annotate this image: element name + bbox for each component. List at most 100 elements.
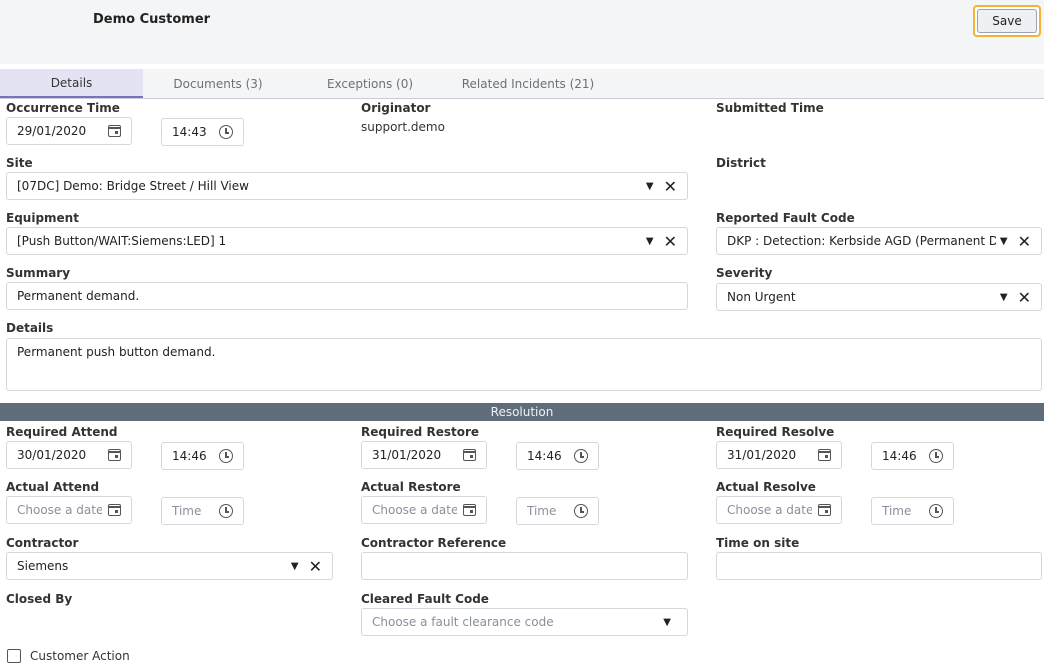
tab-related-incidents[interactable]: Related Incidents (21) <box>450 69 606 98</box>
actual-restore-time-placeholder: Time <box>527 504 557 518</box>
contractor-value: Siemens <box>17 559 69 573</box>
tab-documents[interactable]: Documents (3) <box>148 69 288 98</box>
required-resolve-date-value: 31/01/2020 <box>727 448 797 462</box>
calendar-icon[interactable] <box>108 504 121 516</box>
required-restore-label: Required Restore <box>361 425 480 439</box>
reported-fault-code-select[interactable]: DKP : Detection: Kerbside AGD (Permanent… <box>716 227 1042 255</box>
required-restore-date-value: 31/01/2020 <box>372 448 442 462</box>
actual-resolve-date-placeholder: Choose a date <box>727 503 812 517</box>
dropdown-caret-icon[interactable]: ▼ <box>646 181 654 192</box>
actual-restore-time-field[interactable]: Time <box>516 497 599 525</box>
closed-by-label: Closed By <box>6 592 73 606</box>
submitted-time-label: Submitted Time <box>716 101 824 115</box>
dropdown-caret-icon[interactable]: ▼ <box>663 617 671 628</box>
actual-attend-date-field[interactable]: Choose a date <box>6 496 132 524</box>
site-label: Site <box>6 156 33 170</box>
clock-icon[interactable] <box>219 449 233 463</box>
calendar-icon[interactable] <box>463 449 476 461</box>
actual-restore-date-placeholder: Choose a date <box>372 503 457 517</box>
occurrence-time-value: 14:43 <box>172 125 207 139</box>
save-button-label: Save <box>977 9 1037 33</box>
actual-attend-time-placeholder: Time <box>172 504 202 518</box>
dropdown-caret-icon[interactable]: ▼ <box>1000 236 1008 247</box>
clear-x-icon[interactable]: ✕ <box>664 232 677 251</box>
clear-x-icon[interactable]: ✕ <box>309 557 322 576</box>
tab-exceptions[interactable]: Exceptions (0) <box>300 69 440 98</box>
actual-restore-date-field[interactable]: Choose a date <box>361 496 487 524</box>
calendar-icon[interactable] <box>818 504 831 516</box>
occurrence-date-value: 29/01/2020 <box>17 124 87 138</box>
dropdown-caret-icon[interactable]: ▼ <box>1000 292 1008 303</box>
district-label: District <box>716 156 766 170</box>
resolution-section-header: Resolution <box>0 403 1044 421</box>
required-restore-time-value: 14:46 <box>527 449 562 463</box>
save-button[interactable]: Save <box>973 5 1041 37</box>
reported-fault-code-value: DKP : Detection: Kerbside AGD (Permanent… <box>727 234 996 248</box>
clear-x-icon[interactable]: ✕ <box>1018 288 1031 307</box>
calendar-icon[interactable] <box>108 125 121 137</box>
clock-icon[interactable] <box>929 504 943 518</box>
dropdown-caret-icon[interactable]: ▼ <box>646 236 654 247</box>
actual-resolve-label: Actual Resolve <box>716 480 816 494</box>
clock-icon[interactable] <box>574 504 588 518</box>
details-label: Details <box>6 321 54 335</box>
customer-action-label: Customer Action <box>30 649 130 663</box>
clock-icon[interactable] <box>219 504 233 518</box>
required-resolve-time-value: 14:46 <box>882 449 917 463</box>
occurrence-time-label: Occurrence Time <box>6 101 120 115</box>
actual-resolve-date-field[interactable]: Choose a date <box>716 496 842 524</box>
actual-attend-label: Actual Attend <box>6 480 100 494</box>
time-on-site-input[interactable] <box>716 552 1042 580</box>
originator-label: Originator <box>361 101 431 115</box>
customer-name: Demo Customer <box>93 12 211 27</box>
cleared-fault-code-label: Cleared Fault Code <box>361 592 489 606</box>
site-select[interactable]: [07DC] Demo: Bridge Street / Hill View ▼… <box>6 172 688 200</box>
occurrence-time-field[interactable]: 14:43 <box>161 118 244 146</box>
cleared-fault-code-select[interactable]: Choose a fault clearance code ▼ <box>361 608 688 636</box>
clock-icon[interactable] <box>219 125 233 139</box>
equipment-select[interactable]: [Push Button/WAIT:Siemens:LED] 1 ▼ ✕ <box>6 227 688 255</box>
contractor-reference-label: Contractor Reference <box>361 536 507 550</box>
clear-x-icon[interactable]: ✕ <box>664 177 677 196</box>
severity-value: Non Urgent <box>727 290 796 304</box>
dropdown-caret-icon[interactable]: ▼ <box>291 561 299 572</box>
equipment-value: [Push Button/WAIT:Siemens:LED] 1 <box>17 234 227 248</box>
required-resolve-time-field[interactable]: 14:46 <box>871 442 954 470</box>
tab-details[interactable]: Details <box>0 69 143 98</box>
severity-label: Severity <box>716 266 773 280</box>
contractor-label: Contractor <box>6 536 79 550</box>
actual-attend-time-field[interactable]: Time <box>161 497 244 525</box>
contractor-select[interactable]: Siemens ▼ ✕ <box>6 552 333 580</box>
time-on-site-label: Time on site <box>716 536 800 550</box>
clock-icon[interactable] <box>574 449 588 463</box>
actual-restore-label: Actual Restore <box>361 480 461 494</box>
required-resolve-date-field[interactable]: 31/01/2020 <box>716 441 842 469</box>
clock-icon[interactable] <box>929 449 943 463</box>
required-restore-date-field[interactable]: 31/01/2020 <box>361 441 487 469</box>
tab-bar: Details Documents (3) Exceptions (0) Rel… <box>0 69 1044 99</box>
contractor-reference-input[interactable] <box>361 552 688 580</box>
occurrence-date-field[interactable]: 29/01/2020 <box>6 117 132 145</box>
required-attend-time-value: 14:46 <box>172 449 207 463</box>
calendar-icon[interactable] <box>108 449 121 461</box>
header-bar <box>0 0 1044 64</box>
required-resolve-label: Required Resolve <box>716 425 835 439</box>
cleared-fault-code-placeholder: Choose a fault clearance code <box>372 615 554 629</box>
clear-x-icon[interactable]: ✕ <box>1018 232 1031 251</box>
actual-resolve-time-placeholder: Time <box>882 504 912 518</box>
summary-input[interactable]: Permanent demand. <box>6 282 688 310</box>
calendar-icon[interactable] <box>818 449 831 461</box>
summary-label: Summary <box>6 266 71 280</box>
originator-value: support.demo <box>361 120 445 134</box>
actual-resolve-time-field[interactable]: Time <box>871 497 954 525</box>
details-textarea[interactable]: Permanent push button demand. <box>6 338 1042 391</box>
details-value: Permanent push button demand. <box>17 345 216 359</box>
customer-action-checkbox[interactable] <box>7 649 21 663</box>
required-restore-time-field[interactable]: 14:46 <box>516 442 599 470</box>
required-attend-time-field[interactable]: 14:46 <box>161 442 244 470</box>
calendar-icon[interactable] <box>463 504 476 516</box>
equipment-label: Equipment <box>6 211 79 225</box>
severity-select[interactable]: Non Urgent ▼ ✕ <box>716 283 1042 311</box>
required-attend-date-value: 30/01/2020 <box>17 448 87 462</box>
required-attend-date-field[interactable]: 30/01/2020 <box>6 441 132 469</box>
